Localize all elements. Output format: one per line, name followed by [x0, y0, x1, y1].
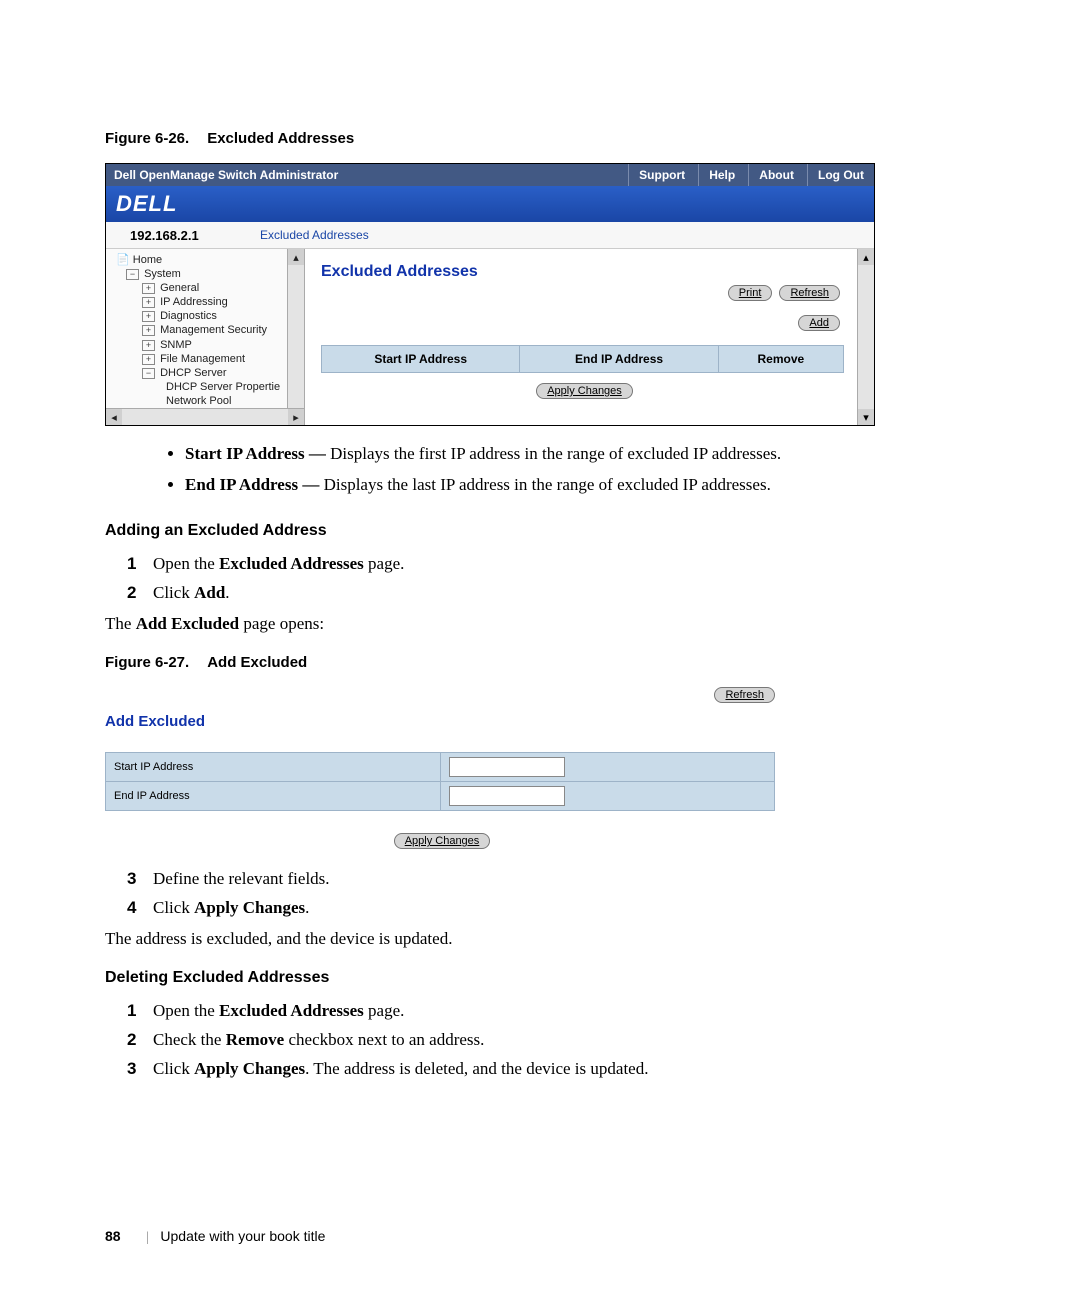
section-heading-adding: Adding an Excluded Address: [105, 522, 975, 540]
book-title: Update with your book title: [160, 1228, 325, 1244]
expand-icon[interactable]: +: [142, 325, 155, 336]
screenshot-excluded-addresses: Dell OpenManage Switch Administrator Sup…: [105, 163, 875, 426]
brand-bar: DELL: [106, 186, 874, 222]
tree-network-pool[interactable]: Network Pool: [166, 395, 231, 407]
list-item: Start IP Address — Displays the first IP…: [185, 440, 975, 467]
screenshot-add-excluded: Refresh Add Excluded Start IP Address En…: [105, 687, 775, 849]
tree-filemgmt[interactable]: File Management: [160, 353, 245, 365]
expand-icon[interactable]: +: [142, 311, 155, 322]
page-number: 88: [105, 1228, 121, 1244]
section-heading-deleting: Deleting Excluded Addresses: [105, 969, 975, 987]
add-button[interactable]: Add: [798, 315, 840, 331]
page-title: Add Excluded: [105, 713, 775, 730]
collapse-icon[interactable]: −: [126, 269, 139, 280]
tree-dhcp-prop[interactable]: DHCP Server Propertie: [166, 381, 280, 393]
step: 3Click Apply Changes. The address is del…: [127, 1055, 975, 1084]
page-footer: 88 | Update with your book title: [105, 1228, 325, 1246]
nav-about[interactable]: About: [748, 164, 804, 186]
content-vscrollbar[interactable]: ▴▾: [857, 249, 874, 425]
nav-hscrollbar[interactable]: ◂▸: [106, 408, 304, 425]
dell-logo: DELL: [116, 191, 177, 217]
col-end-ip: End IP Address: [520, 346, 718, 373]
figure-caption-2: Figure 6-27. Add Excluded: [105, 654, 975, 671]
nav-help[interactable]: Help: [698, 164, 745, 186]
nav-logout[interactable]: Log Out: [807, 164, 874, 186]
page-title: Excluded Addresses: [321, 263, 874, 281]
col-remove: Remove: [718, 346, 843, 373]
scroll-right-icon[interactable]: ▸: [288, 409, 304, 425]
breadcrumb-row: 192.168.2.1 Excluded Addresses: [106, 222, 874, 249]
tree-mgmt-security[interactable]: Management Security: [160, 325, 267, 337]
step: 2Click Add.: [127, 579, 975, 608]
start-ip-input[interactable]: [449, 757, 565, 777]
label-start-ip: Start IP Address: [106, 753, 441, 782]
print-button[interactable]: Print: [728, 285, 773, 301]
scroll-up-icon[interactable]: ▴: [858, 249, 874, 265]
nav-tree: 📄 Home − System + General + IP Addressin…: [106, 249, 305, 425]
list-item: End IP Address — Displays the last IP ad…: [185, 471, 975, 498]
apply-changes-button[interactable]: Apply Changes: [394, 833, 491, 849]
add-excluded-form: Start IP Address End IP Address: [105, 752, 775, 811]
excluded-table: Start IP Address End IP Address Remove A…: [321, 345, 844, 399]
step: 2Check the Remove checkbox next to an ad…: [127, 1026, 975, 1055]
paragraph: The address is excluded, and the device …: [105, 929, 975, 949]
expand-icon[interactable]: +: [142, 340, 155, 351]
app-title: Dell OpenManage Switch Administrator: [106, 168, 628, 182]
step: 4Click Apply Changes.: [127, 894, 975, 923]
top-nav: Support Help About Log Out: [628, 164, 874, 186]
folder-icon: 📄: [116, 254, 130, 266]
scroll-up-icon[interactable]: ▴: [288, 249, 304, 265]
tree-snmp[interactable]: SNMP: [160, 339, 192, 351]
scroll-down-icon[interactable]: ▾: [858, 409, 874, 425]
nav-vscrollbar[interactable]: ▴: [287, 249, 304, 409]
collapse-icon[interactable]: −: [142, 368, 155, 379]
tree-system[interactable]: System: [144, 268, 181, 280]
figure-number: Figure 6-27.: [105, 654, 189, 671]
apply-changes-button[interactable]: Apply Changes: [536, 383, 633, 399]
step: 3Define the relevant fields.: [127, 865, 975, 894]
tree-diagnostics[interactable]: Diagnostics: [160, 310, 217, 322]
refresh-button[interactable]: Refresh: [779, 285, 840, 301]
scroll-left-icon[interactable]: ◂: [106, 409, 122, 425]
tree-dhcp[interactable]: DHCP Server: [160, 367, 226, 379]
figure-title: Excluded Addresses: [207, 130, 354, 147]
tree-general[interactable]: General: [160, 282, 199, 294]
field-descriptions: Start IP Address — Displays the first IP…: [145, 440, 975, 498]
nav-support[interactable]: Support: [628, 164, 695, 186]
step: 1Open the Excluded Addresses page.: [127, 997, 975, 1026]
label-end-ip: End IP Address: [106, 782, 441, 811]
figure-number: Figure 6-26.: [105, 130, 189, 147]
app-topbar: Dell OpenManage Switch Administrator Sup…: [106, 164, 874, 186]
breadcrumb: Excluded Addresses: [260, 228, 369, 242]
col-start-ip: Start IP Address: [322, 346, 520, 373]
end-ip-input[interactable]: [449, 786, 565, 806]
figure-title: Add Excluded: [207, 654, 307, 671]
device-ip: 192.168.2.1: [106, 228, 260, 243]
expand-icon[interactable]: +: [142, 283, 155, 294]
expand-icon[interactable]: +: [142, 354, 155, 365]
expand-icon[interactable]: +: [142, 297, 155, 308]
footer-separator: |: [146, 1230, 149, 1245]
figure-caption-1: Figure 6-26. Excluded Addresses: [105, 130, 975, 147]
content-pane: Excluded Addresses Print Refresh Add Sta…: [305, 249, 874, 425]
step: 1Open the Excluded Addresses page.: [127, 550, 975, 579]
tree-home[interactable]: Home: [133, 254, 162, 266]
tree-ipaddressing[interactable]: IP Addressing: [160, 296, 228, 308]
paragraph: The Add Excluded page opens:: [105, 614, 975, 634]
refresh-button[interactable]: Refresh: [714, 687, 775, 703]
